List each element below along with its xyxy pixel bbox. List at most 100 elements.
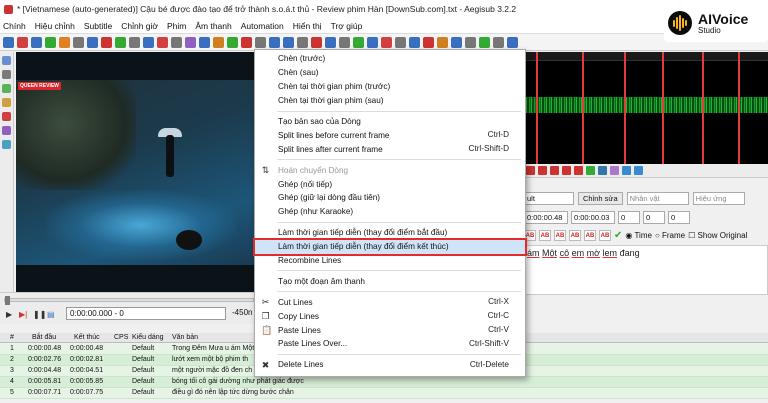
karaoke-icon[interactable] xyxy=(622,166,631,175)
audio-waveform[interactable] xyxy=(524,52,768,164)
context-menu-item[interactable]: Ghép (giữ lại dòng đầu tiên) xyxy=(255,191,525,205)
context-menu-item[interactable]: Paste Lines Over... Ctrl-Shift-V xyxy=(255,337,525,351)
toolbar-button-icon[interactable] xyxy=(311,36,322,48)
toolbar-button-icon[interactable] xyxy=(129,36,140,48)
context-menu-item[interactable]: Chèn (sau) xyxy=(255,66,525,80)
duration-field[interactable]: 0:00:00.03 xyxy=(571,210,615,224)
context-menu-item[interactable]: ❐ Copy Lines Ctrl-C xyxy=(255,309,525,323)
menu-item[interactable]: Subtitle xyxy=(84,21,112,31)
context-menu-item[interactable]: Chèn (trước) xyxy=(255,52,525,66)
margin-vertical-field[interactable]: 0 xyxy=(668,210,690,224)
toolbar-button-icon[interactable] xyxy=(283,36,294,48)
context-menu-item[interactable]: Split lines before current frame Ctrl-D xyxy=(255,128,525,142)
start-time-field[interactable]: 0:00:00.48 xyxy=(524,210,568,224)
menu-item[interactable]: Hiệu chỉnh xyxy=(35,21,75,31)
toolbar-button-icon[interactable] xyxy=(227,36,238,48)
toolbar-button-icon[interactable] xyxy=(31,36,42,48)
toolbar-button-icon[interactable] xyxy=(269,36,280,48)
toolbar-button-icon[interactable] xyxy=(59,36,70,48)
menu-item[interactable]: Automation xyxy=(241,21,284,31)
context-menu-item[interactable]: Chèn tại thời gian phim (trước) xyxy=(255,80,525,94)
go-to-icon[interactable] xyxy=(598,166,607,175)
effect-field[interactable]: Hiệu ứng xyxy=(692,192,745,205)
toolbar-button-icon[interactable] xyxy=(437,36,448,48)
context-menu-item[interactable]: Ghép (như Karaoke) xyxy=(255,205,525,219)
auto-scroll-audio-icon[interactable] xyxy=(634,166,643,175)
margin-right-field[interactable]: 0 xyxy=(643,210,665,224)
toolbar-button-icon[interactable] xyxy=(493,36,504,48)
context-menu-item[interactable]: Ghép (nối tiếp) xyxy=(255,177,525,191)
audio-play-end-icon[interactable] xyxy=(562,166,571,175)
toolbar-button-icon[interactable] xyxy=(451,36,462,48)
clip-tool-icon[interactable] xyxy=(2,126,11,135)
toolbar-button-icon[interactable] xyxy=(325,36,336,48)
table-row[interactable]: 4 0:00:05.81 0:00:05.85 Default bóng tối cô … xyxy=(0,377,768,388)
seek-thumb[interactable] xyxy=(5,296,10,305)
menu-item[interactable]: Phim xyxy=(167,21,186,31)
frame-radio[interactable]: ○ Frame xyxy=(655,231,685,240)
scale-tool-icon[interactable] xyxy=(2,112,11,121)
toolbar-button-icon[interactable] xyxy=(409,36,420,48)
menu-item[interactable]: Trợ giúp xyxy=(331,21,363,31)
toolbar-button-icon[interactable] xyxy=(101,36,112,48)
toolbar-button-icon[interactable] xyxy=(395,36,406,48)
toolbar-button-icon[interactable] xyxy=(213,36,224,48)
margin-left-field[interactable]: 0 xyxy=(618,210,640,224)
toolbar-button-icon[interactable] xyxy=(255,36,266,48)
toolbar-button-icon[interactable] xyxy=(297,36,308,48)
context-menu-item[interactable]: Tạo bản sao của Dòng xyxy=(255,115,525,129)
video-timecode[interactable]: 0:00:00.000 - 0 xyxy=(66,307,226,320)
context-menu-item[interactable]: ✖ Delete Lines Ctrl-Delete xyxy=(255,358,525,372)
rotate-xy-tool-icon[interactable] xyxy=(2,98,11,107)
toolbar-button-icon[interactable] xyxy=(3,36,14,48)
context-menu-item[interactable]: Split lines after current frame Ctrl-Shif… xyxy=(255,142,525,156)
play-line-icon[interactable]: ▶| xyxy=(19,310,27,319)
actor-field[interactable]: Nhân vật xyxy=(626,192,689,205)
context-menu-item[interactable]: Recombine Lines xyxy=(255,254,525,268)
spectrum-icon[interactable] xyxy=(610,166,619,175)
font-button[interactable]: AB xyxy=(584,229,596,241)
toolbar-button-icon[interactable] xyxy=(143,36,154,48)
context-menu-item[interactable]: Làm thời gian tiếp diễn (thay đổi điểm b… xyxy=(255,226,525,240)
context-menu-item[interactable]: Làm thời gian tiếp diễn (thay đổi điểm k… xyxy=(253,237,527,256)
color-button[interactable]: AB xyxy=(599,229,611,241)
autoscroll-icon[interactable]: ▤ xyxy=(47,310,55,319)
toolbar-button-icon[interactable] xyxy=(465,36,476,48)
toolbar-button-icon[interactable] xyxy=(479,36,490,48)
toolbar-button-icon[interactable] xyxy=(45,36,56,48)
toolbar-button-icon[interactable] xyxy=(199,36,210,48)
audio-play-before-icon[interactable] xyxy=(538,166,547,175)
toolbar-button-icon[interactable] xyxy=(115,36,126,48)
rotate-z-tool-icon[interactable] xyxy=(2,84,11,93)
context-menu-item[interactable]: ⇅ Hoán chuyển Dòng xyxy=(255,163,525,177)
toolbar-button-icon[interactable] xyxy=(507,36,518,48)
context-menu-item[interactable]: Tạo một đoạn âm thanh xyxy=(255,274,525,288)
italic-button[interactable]: AB xyxy=(539,229,551,241)
toolbar-button-icon[interactable] xyxy=(171,36,182,48)
show-original-checkbox[interactable]: ☐ Show Original xyxy=(688,231,747,240)
menu-item[interactable]: Hiển thị xyxy=(293,21,322,31)
menu-item[interactable]: Âm thanh xyxy=(195,21,231,31)
toolbar-button-icon[interactable] xyxy=(423,36,434,48)
menu-item[interactable]: Chỉnh giờ xyxy=(121,21,158,31)
toolbar-button-icon[interactable] xyxy=(367,36,378,48)
toolbar-button-icon[interactable] xyxy=(353,36,364,48)
edit-style-button[interactable]: Chỉnh sửa xyxy=(578,192,623,205)
pause-icon[interactable]: ❚❚ xyxy=(33,310,46,319)
style-select[interactable]: ult xyxy=(524,192,574,205)
audio-play-selection-icon[interactable] xyxy=(526,166,535,175)
standard-tool-icon[interactable] xyxy=(2,56,11,65)
video-display[interactable]: QUEEN REVIEW xyxy=(16,52,260,292)
context-menu-item[interactable]: Chèn tại thời gian phim (sau) xyxy=(255,94,525,108)
time-radio[interactable]: ◉ Time xyxy=(625,231,652,240)
table-row[interactable]: 5 0:00:07.71 0:00:07.75 Default điều gì đó n… xyxy=(0,388,768,399)
toolbar-button-icon[interactable] xyxy=(157,36,168,48)
audio-play-after-icon[interactable] xyxy=(550,166,559,175)
toolbar-button-icon[interactable] xyxy=(73,36,84,48)
audio-stop-icon[interactable] xyxy=(574,166,583,175)
context-menu-item[interactable]: ✂ Cut Lines Ctrl-X xyxy=(255,295,525,309)
menu-item[interactable]: Chính xyxy=(3,21,26,31)
subtitle-text-editor[interactable]: ám Một cô em mờ lem đang xyxy=(524,245,768,295)
vector-clip-tool-icon[interactable] xyxy=(2,140,11,149)
toolbar-button-icon[interactable] xyxy=(381,36,392,48)
